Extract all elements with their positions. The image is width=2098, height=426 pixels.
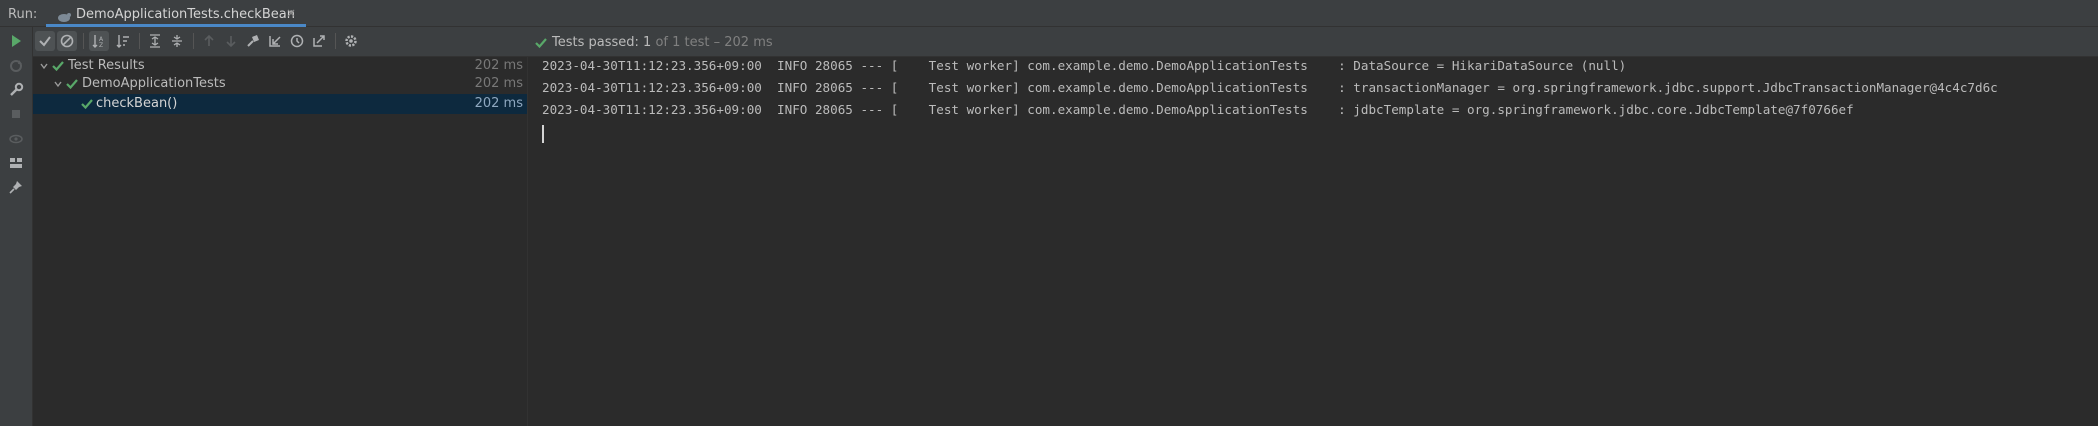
prev-failed-icon[interactable]	[199, 31, 219, 51]
tests-passed-prefix: Tests passed:	[552, 35, 644, 50]
show-ignored-icon[interactable]	[57, 31, 77, 51]
layout-icon[interactable]	[7, 154, 27, 174]
console-line: 2023-04-30T11:12:23.356+09:00 INFO 28065…	[542, 58, 1627, 73]
tree-row-label: checkBean()	[96, 96, 178, 111]
toolbar-separator	[335, 33, 336, 49]
chevron-down-icon[interactable]	[39, 60, 49, 70]
toolbar-separator	[83, 33, 84, 49]
test-config-icon	[56, 8, 71, 22]
show-passed-icon[interactable]	[35, 31, 55, 51]
passed-check-icon	[66, 78, 78, 94]
run-tab[interactable]: DemoApplicationTests.checkBean ×	[46, 0, 306, 27]
tree-row-duration: 202 ms	[474, 96, 523, 111]
chevron-down-icon[interactable]	[53, 78, 63, 88]
check-icon	[534, 35, 548, 54]
settings-icon[interactable]	[341, 31, 361, 51]
toolbar-separator	[139, 33, 140, 49]
tree-row-check-bean[interactable]: checkBean() 202 ms	[33, 94, 527, 114]
run-label: Run:	[8, 7, 38, 22]
run-tool-window-header: Run: DemoApplicationTests.checkBean ×	[0, 0, 2098, 27]
tree-row-demo-application-tests[interactable]: DemoApplicationTests 202 ms	[33, 74, 527, 94]
toolbar-separator	[193, 33, 194, 49]
tree-row-test-results[interactable]: Test Results 202 ms	[33, 56, 527, 76]
left-toolbar	[0, 27, 33, 426]
passed-check-icon	[81, 98, 93, 114]
next-failed-icon[interactable]	[221, 31, 241, 51]
collapse-all-icon[interactable]	[167, 31, 187, 51]
tree-row-duration: 202 ms	[474, 76, 523, 91]
tests-passed-summary: Tests passed: 1 of 1 test – 202 ms	[552, 35, 773, 50]
import-tests-icon[interactable]	[265, 31, 285, 51]
export-icon[interactable]	[309, 31, 329, 51]
pin-icon[interactable]	[7, 178, 27, 198]
eye-icon[interactable]	[7, 130, 27, 150]
stop-icon[interactable]	[7, 105, 27, 125]
console-line: 2023-04-30T11:12:23.356+09:00 INFO 28065…	[542, 102, 1854, 117]
test-results-tree: Test Results 202 ms DemoApplicationTests…	[33, 57, 528, 426]
svg-text:Z: Z	[99, 42, 103, 49]
sort-alpha-icon[interactable]: AZ	[89, 31, 109, 51]
tree-row-label: DemoApplicationTests	[82, 76, 226, 91]
test-status-bar: Tests passed: 1 of 1 test – 202 ms	[528, 27, 2098, 57]
console-line: 2023-04-30T11:12:23.356+09:00 INFO 28065…	[542, 80, 1998, 95]
history-icon[interactable]	[287, 31, 307, 51]
run-tab-title: DemoApplicationTests.checkBean	[76, 7, 295, 22]
console-output[interactable]: 2023-04-30T11:12:23.356+09:00 INFO 28065…	[528, 57, 2098, 426]
rerun-failed-icon[interactable]	[7, 57, 27, 77]
rerun-icon[interactable]	[243, 31, 263, 51]
close-icon[interactable]: ×	[286, 6, 296, 20]
run-icon[interactable]	[7, 32, 27, 52]
text-caret	[542, 125, 544, 143]
tree-row-duration: 202 ms	[474, 58, 523, 73]
test-tree-toolbar: AZ	[33, 27, 528, 57]
sort-duration-icon[interactable]	[113, 31, 133, 51]
expand-all-icon[interactable]	[145, 31, 165, 51]
tests-passed-detail: of 1 test – 202 ms	[651, 35, 773, 50]
wrench-icon[interactable]	[7, 81, 27, 101]
tree-row-label: Test Results	[68, 58, 145, 73]
